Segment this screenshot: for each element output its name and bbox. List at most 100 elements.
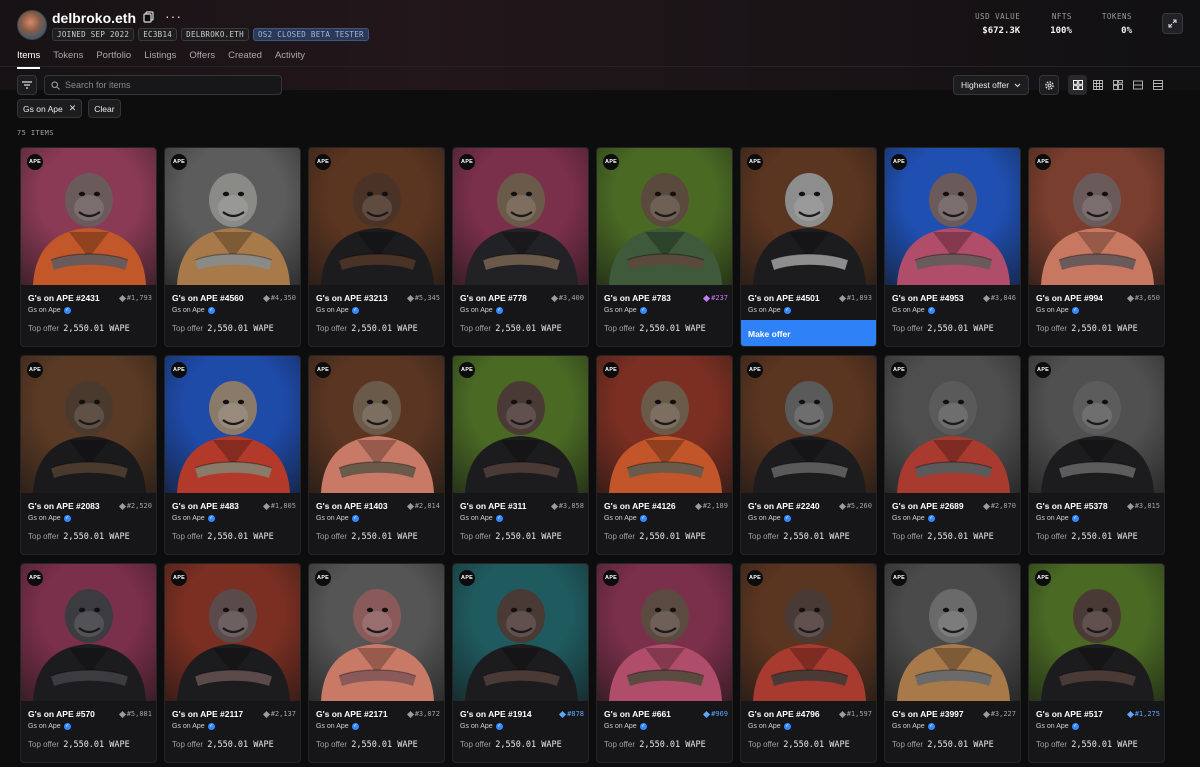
- verified-icon: ✓: [63, 515, 71, 522]
- nft-image[interactable]: APE: [741, 564, 876, 701]
- collection-name[interactable]: Gs on Ape: [1036, 515, 1069, 522]
- collection-name[interactable]: Gs on Ape: [172, 723, 205, 730]
- nft-image[interactable]: APE: [309, 356, 444, 493]
- nft-image[interactable]: APE: [165, 356, 300, 493]
- nft-card[interactable]: APE G's on APE #5378 #3,815 Gs on Ape ✓ Top o…: [1028, 355, 1165, 555]
- diamond-icon: [838, 502, 846, 510]
- nft-image[interactable]: APE: [453, 356, 588, 493]
- nft-info: G's on APE #3213 #5,345 Gs on Ape ✓ Top offe…: [316, 293, 440, 334]
- nft-image[interactable]: APE: [165, 148, 300, 285]
- nft-card[interactable]: APE G's on APE #311 #3,858 Gs on Ape ✓ Top of…: [452, 355, 589, 555]
- nft-image[interactable]: APE: [597, 148, 732, 285]
- collection-name[interactable]: Gs on Ape: [748, 307, 781, 314]
- nft-image[interactable]: APE: [885, 356, 1020, 493]
- nft-card[interactable]: APE G's on APE #2083 #2,520 Gs on Ape ✓ Top o…: [20, 355, 157, 555]
- nft-card[interactable]: APE G's on APE #3213 #5,345 Gs on Ape ✓ Top o…: [308, 147, 445, 347]
- collection-name[interactable]: Gs on Ape: [892, 307, 925, 314]
- nft-image[interactable]: APE: [1029, 356, 1164, 493]
- filter-chip[interactable]: Gs on Ape ✕: [17, 99, 83, 118]
- nft-card[interactable]: APE G's on APE #2431 #1,793 Gs on Ape ✓ Top o…: [20, 147, 157, 347]
- nft-image[interactable]: APE: [597, 356, 732, 493]
- filter-button[interactable]: [17, 75, 37, 95]
- collection-name[interactable]: Gs on Ape: [460, 307, 493, 314]
- nft-card[interactable]: APE G's on APE #517 #1,275 Gs on Ape ✓ Top of…: [1028, 563, 1165, 763]
- search-input[interactable]: [65, 80, 265, 90]
- item-count: 75 ITEMS: [17, 129, 54, 137]
- nft-image[interactable]: APE: [21, 356, 156, 493]
- top-offer: Top offer 2,550.01 WAPE: [172, 324, 296, 334]
- nft-card[interactable]: APE G's on APE #661 #969 Gs on Ape ✓ Top offe…: [596, 563, 733, 763]
- collection-name[interactable]: Gs on Ape: [892, 723, 925, 730]
- settings-button[interactable]: [1039, 75, 1059, 95]
- view-table-button[interactable]: [1148, 75, 1167, 95]
- collection-name[interactable]: Gs on Ape: [1036, 723, 1069, 730]
- collection-name[interactable]: Gs on Ape: [892, 515, 925, 522]
- verified-icon: ✓: [927, 307, 935, 314]
- nft-image[interactable]: APE: [885, 564, 1020, 701]
- collection-name[interactable]: Gs on Ape: [28, 307, 61, 314]
- view-mosaic-button[interactable]: [1108, 75, 1127, 95]
- make-offer-button[interactable]: Make offer: [741, 320, 876, 346]
- nft-card[interactable]: APE G's on APE #1403 #2,814 Gs on Ape ✓ Top o…: [308, 355, 445, 555]
- stat-tokens: TOKENS 0%: [1102, 12, 1132, 36]
- clear-filters-button[interactable]: Clear: [88, 99, 121, 118]
- nft-image[interactable]: APE: [741, 148, 876, 285]
- nft-card[interactable]: APE G's on APE #2117 #2,137 Gs on Ape ✓ Top o…: [164, 563, 301, 763]
- nft-card[interactable]: APE G's on APE #4501 #1,893 Gs on Ape ✓ Make …: [740, 147, 877, 347]
- view-list-button[interactable]: [1128, 75, 1147, 95]
- badge-ens[interactable]: DELBROKO.ETH: [181, 28, 249, 41]
- collection-name[interactable]: Gs on Ape: [316, 515, 349, 522]
- nft-image[interactable]: APE: [453, 148, 588, 285]
- nft-image[interactable]: APE: [453, 564, 588, 701]
- copy-icon[interactable]: [143, 11, 155, 23]
- nft-card[interactable]: APE G's on APE #483 #1,805 Gs on Ape ✓ Top of…: [164, 355, 301, 555]
- collection-name[interactable]: Gs on Ape: [316, 723, 349, 730]
- nft-card[interactable]: APE G's on APE #2240 #5,260 Gs on Ape ✓ Top o…: [740, 355, 877, 555]
- search-box[interactable]: [44, 75, 282, 95]
- collection-name[interactable]: Gs on Ape: [748, 515, 781, 522]
- nft-card[interactable]: APE G's on APE #994 #3,650 Gs on Ape ✓ Top of…: [1028, 147, 1165, 347]
- collection-name[interactable]: Gs on Ape: [172, 515, 205, 522]
- collection-name[interactable]: Gs on Ape: [460, 723, 493, 730]
- nft-card[interactable]: APE G's on APE #4560 #4,350 Gs on Ape ✓ Top o…: [164, 147, 301, 347]
- view-large-grid-button[interactable]: [1068, 75, 1087, 95]
- nft-image[interactable]: APE: [309, 564, 444, 701]
- expand-button[interactable]: [1162, 13, 1183, 34]
- badge-address[interactable]: EC3B14: [138, 28, 178, 41]
- nft-card[interactable]: APE G's on APE #4796 #1,597 Gs on Ape ✓ Top o…: [740, 563, 877, 763]
- nft-card[interactable]: APE G's on APE #4126 #2,189 Gs on Ape ✓ Top o…: [596, 355, 733, 555]
- collection-name[interactable]: Gs on Ape: [28, 515, 61, 522]
- collection-name[interactable]: Gs on Ape: [172, 307, 205, 314]
- sort-dropdown[interactable]: Highest offer: [953, 75, 1029, 95]
- nft-card[interactable]: APE G's on APE #4953 #3,846 Gs on Ape ✓ Top o…: [884, 147, 1021, 347]
- collection-name[interactable]: Gs on Ape: [316, 307, 349, 314]
- nft-image[interactable]: APE: [1029, 564, 1164, 701]
- nft-image[interactable]: APE: [21, 148, 156, 285]
- nft-image[interactable]: APE: [885, 148, 1020, 285]
- collection-name[interactable]: Gs on Ape: [604, 515, 637, 522]
- nft-card[interactable]: APE G's on APE #2689 #2,870 Gs on Ape ✓ Top o…: [884, 355, 1021, 555]
- close-icon[interactable]: ✕: [69, 103, 77, 114]
- nft-card[interactable]: APE G's on APE #1914 #878 Gs on Ape ✓ Top off…: [452, 563, 589, 763]
- collection-name[interactable]: Gs on Ape: [1036, 307, 1069, 314]
- more-icon[interactable]: ···: [165, 8, 182, 24]
- collection-name[interactable]: Gs on Ape: [28, 723, 61, 730]
- collection-name[interactable]: Gs on Ape: [604, 307, 637, 314]
- collection-name[interactable]: Gs on Ape: [604, 723, 637, 730]
- nft-image[interactable]: APE: [1029, 148, 1164, 285]
- nft-image[interactable]: APE: [597, 564, 732, 701]
- nft-card[interactable]: APE G's on APE #3997 #3,227 Gs on Ape ✓ Top o…: [884, 563, 1021, 763]
- collection-name[interactable]: Gs on Ape: [748, 723, 781, 730]
- nft-card[interactable]: APE G's on APE #778 #3,400 Gs on Ape ✓ Top of…: [452, 147, 589, 347]
- collection-name[interactable]: Gs on Ape: [460, 515, 493, 522]
- nft-image[interactable]: APE: [21, 564, 156, 701]
- nft-image[interactable]: APE: [309, 148, 444, 285]
- nft-image[interactable]: APE: [741, 356, 876, 493]
- ape-chain-badge: APE: [1035, 154, 1051, 170]
- nft-card[interactable]: APE G's on APE #570 #5,081 Gs on Ape ✓ Top of…: [20, 563, 157, 763]
- view-small-grid-button[interactable]: [1088, 75, 1107, 95]
- nft-card[interactable]: APE G's on APE #783 #237 Gs on Ape ✓ Top offe…: [596, 147, 733, 347]
- avatar[interactable]: [17, 10, 47, 40]
- nft-card[interactable]: APE G's on APE #2171 #3,072 Gs on Ape ✓ Top o…: [308, 563, 445, 763]
- nft-image[interactable]: APE: [165, 564, 300, 701]
